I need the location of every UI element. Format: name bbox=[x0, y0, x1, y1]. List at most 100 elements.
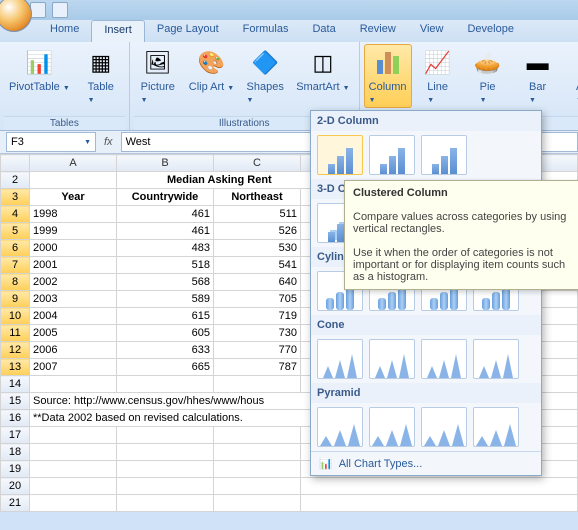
cell[interactable]: 615 bbox=[117, 308, 214, 325]
cell[interactable]: 589 bbox=[117, 291, 214, 308]
fx-icon[interactable]: fx bbox=[104, 136, 113, 148]
chart-option[interactable] bbox=[369, 339, 415, 379]
save-icon[interactable] bbox=[30, 2, 46, 18]
line-button[interactable]: 📈Line▼ bbox=[414, 44, 462, 108]
cell[interactable] bbox=[117, 478, 214, 495]
cell[interactable]: 2005 bbox=[30, 325, 117, 342]
bar-button[interactable]: ▬Bar▼ bbox=[514, 44, 562, 108]
col-header-C[interactable]: C bbox=[214, 155, 301, 172]
row-header[interactable]: 3 bbox=[1, 189, 30, 206]
table-button[interactable]: ▦Table▼ bbox=[77, 44, 125, 108]
smartart-button[interactable]: ◫SmartArt ▼ bbox=[291, 44, 354, 96]
area-button[interactable]: ⛰Area▼ bbox=[564, 44, 578, 108]
row-header[interactable]: 10 bbox=[1, 308, 30, 325]
tab-page-layout[interactable]: Page Layout bbox=[145, 20, 231, 42]
cell[interactable]: 605 bbox=[117, 325, 214, 342]
chart-option[interactable] bbox=[369, 135, 415, 175]
cell[interactable]: 770 bbox=[214, 342, 301, 359]
cell[interactable]: Countrywide bbox=[117, 189, 214, 206]
tab-view[interactable]: View bbox=[408, 20, 456, 42]
row-header[interactable]: 12 bbox=[1, 342, 30, 359]
cell[interactable]: 2001 bbox=[30, 257, 117, 274]
cell[interactable] bbox=[117, 376, 214, 393]
cell[interactable]: 705 bbox=[214, 291, 301, 308]
cell[interactable]: 518 bbox=[117, 257, 214, 274]
col-header-A[interactable]: A bbox=[30, 155, 117, 172]
cell[interactable] bbox=[117, 444, 214, 461]
cell[interactable]: 633 bbox=[117, 342, 214, 359]
cell[interactable]: 787 bbox=[214, 359, 301, 376]
cell[interactable]: 665 bbox=[117, 359, 214, 376]
cell[interactable] bbox=[30, 172, 117, 189]
chevron-down-icon[interactable]: ▼ bbox=[84, 139, 91, 146]
row-header[interactable]: 15 bbox=[1, 393, 30, 410]
row-header[interactable]: 16 bbox=[1, 410, 30, 427]
row-header[interactable]: 20 bbox=[1, 478, 30, 495]
cell[interactable]: Year bbox=[30, 189, 117, 206]
select-all[interactable] bbox=[1, 155, 30, 172]
cell[interactable]: 1998 bbox=[30, 206, 117, 223]
row-header[interactable]: 19 bbox=[1, 461, 30, 478]
tab-develope[interactable]: Develope bbox=[455, 20, 525, 42]
tab-home[interactable]: Home bbox=[38, 20, 91, 42]
cell[interactable]: 2000 bbox=[30, 240, 117, 257]
cell[interactable] bbox=[30, 478, 117, 495]
cell[interactable] bbox=[214, 427, 301, 444]
name-box[interactable]: F3▼ bbox=[6, 132, 96, 152]
cell[interactable]: 1999 bbox=[30, 223, 117, 240]
row-header[interactable]: 6 bbox=[1, 240, 30, 257]
col-header-B[interactable]: B bbox=[117, 155, 214, 172]
cell[interactable]: 640 bbox=[214, 274, 301, 291]
row-header[interactable]: 11 bbox=[1, 325, 30, 342]
chart-option[interactable] bbox=[473, 339, 519, 379]
cell[interactable]: 461 bbox=[117, 223, 214, 240]
cell[interactable] bbox=[30, 461, 117, 478]
cell[interactable] bbox=[214, 376, 301, 393]
cell[interactable]: 568 bbox=[117, 274, 214, 291]
chart-option[interactable] bbox=[421, 407, 467, 447]
cell[interactable] bbox=[301, 478, 578, 495]
clip-art-button[interactable]: 🎨Clip Art ▼ bbox=[184, 44, 239, 96]
cell[interactable] bbox=[117, 495, 214, 512]
cell[interactable]: 483 bbox=[117, 240, 214, 257]
row-header[interactable]: 8 bbox=[1, 274, 30, 291]
column-button[interactable]: Column▼ bbox=[364, 44, 412, 108]
chart-option[interactable] bbox=[421, 339, 467, 379]
pie-button[interactable]: 🥧Pie▼ bbox=[464, 44, 512, 108]
chart-option[interactable] bbox=[317, 135, 363, 175]
row-header[interactable]: 2 bbox=[1, 172, 30, 189]
cell[interactable] bbox=[214, 461, 301, 478]
row-header[interactable]: 17 bbox=[1, 427, 30, 444]
cell[interactable] bbox=[117, 461, 214, 478]
row-header[interactable]: 4 bbox=[1, 206, 30, 223]
cell[interactable] bbox=[30, 444, 117, 461]
all-chart-types-link[interactable]: 📊All Chart Types... bbox=[311, 451, 541, 475]
tab-review[interactable]: Review bbox=[348, 20, 408, 42]
tab-data[interactable]: Data bbox=[300, 20, 347, 42]
row-header[interactable]: 14 bbox=[1, 376, 30, 393]
chart-option[interactable] bbox=[317, 407, 363, 447]
picture-button[interactable]: 🖼Picture▼ bbox=[134, 44, 182, 108]
cell[interactable]: 2007 bbox=[30, 359, 117, 376]
cell[interactable]: Northeast bbox=[214, 189, 301, 206]
tab-insert[interactable]: Insert bbox=[91, 20, 145, 42]
undo-icon[interactable] bbox=[52, 2, 68, 18]
pivottable-button[interactable]: 📊PivotTable ▼ bbox=[4, 44, 75, 96]
cell[interactable]: 526 bbox=[214, 223, 301, 240]
cell[interactable] bbox=[301, 495, 578, 512]
cell[interactable] bbox=[30, 495, 117, 512]
tab-formulas[interactable]: Formulas bbox=[231, 20, 301, 42]
cell[interactable]: 530 bbox=[214, 240, 301, 257]
row-header[interactable]: 13 bbox=[1, 359, 30, 376]
row-header[interactable]: 18 bbox=[1, 444, 30, 461]
cell[interactable]: 2004 bbox=[30, 308, 117, 325]
row-header[interactable]: 21 bbox=[1, 495, 30, 512]
cell[interactable]: 461 bbox=[117, 206, 214, 223]
cell[interactable]: 541 bbox=[214, 257, 301, 274]
cell[interactable] bbox=[214, 495, 301, 512]
cell[interactable] bbox=[214, 478, 301, 495]
row-header[interactable]: 9 bbox=[1, 291, 30, 308]
cell[interactable]: 2006 bbox=[30, 342, 117, 359]
chart-option[interactable] bbox=[473, 407, 519, 447]
shapes-button[interactable]: 🔷Shapes▼ bbox=[241, 44, 289, 108]
